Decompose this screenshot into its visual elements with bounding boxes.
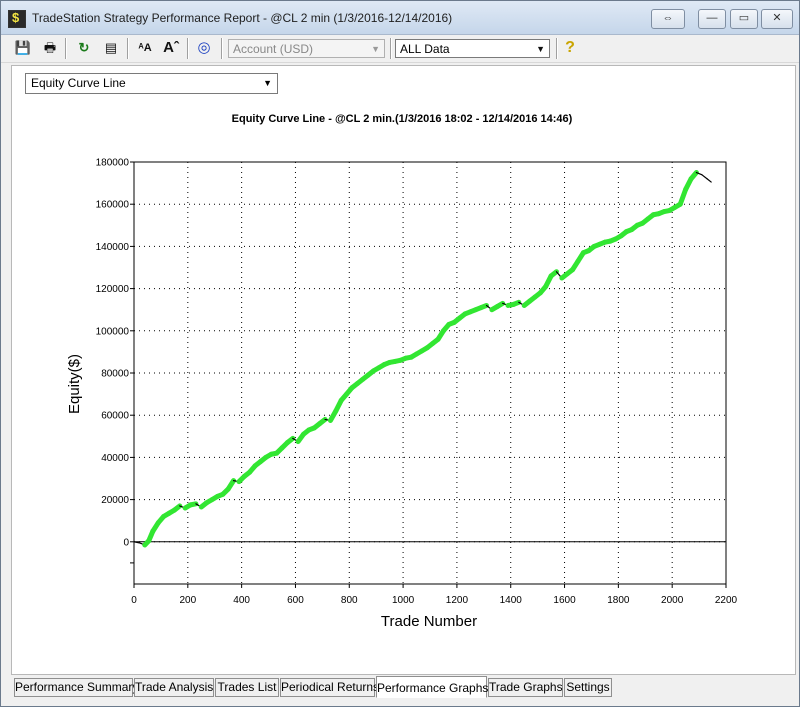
chevron-down-icon: ▼	[371, 44, 380, 54]
tab-periodical-returns[interactable]: Periodical Returns	[280, 678, 379, 697]
refresh-icon[interactable]: ↻	[74, 38, 94, 58]
graph-type-select-value: Equity Curve Line	[31, 76, 126, 90]
equity-segment-new-high	[284, 435, 296, 446]
x-tick-label: 200	[179, 595, 196, 606]
title-bar: TradeStation Strategy Performance Report…	[1, 1, 799, 35]
y-tick-label: 40000	[101, 453, 129, 464]
tab-performance-graphs[interactable]: Performance Graphs	[376, 676, 488, 698]
minimize-button[interactable]: —	[698, 9, 726, 29]
font-larger-icon[interactable]: Aˆ	[161, 38, 181, 58]
y-axis-label: Equity($)	[66, 354, 83, 414]
x-tick-label: 0	[131, 595, 137, 606]
close-button[interactable]: ✕	[761, 9, 793, 29]
toolbar-separator	[390, 38, 392, 59]
y-tick-label: 80000	[101, 369, 129, 380]
y-tick-label: 0	[123, 537, 129, 548]
equity-segment-new-high	[225, 478, 237, 492]
save-icon[interactable]: 💾	[13, 38, 33, 58]
graph-type-select[interactable]: Equity Curve Line ▼	[25, 73, 278, 94]
equity-segment-new-high	[688, 170, 699, 182]
toolbar-separator	[556, 38, 558, 59]
equity-segment-drawdown	[701, 174, 708, 180]
equity-segment-new-high	[548, 269, 559, 279]
tab-performance-summary[interactable]: Performance Summary	[14, 678, 138, 697]
help-icon[interactable]: ?	[560, 38, 580, 58]
toolbar-separator	[127, 38, 129, 59]
y-tick-label: 160000	[96, 200, 130, 211]
x-tick-label: 600	[287, 595, 304, 606]
y-tick-label: 120000	[96, 284, 130, 295]
x-tick-label: 1000	[392, 595, 415, 606]
tab-trade-graphs[interactable]: Trade Graphs	[488, 678, 563, 697]
font-smaller-icon[interactable]: ᴬA	[135, 38, 155, 58]
x-tick-label: 1400	[500, 595, 523, 606]
target-icon[interactable]: ◎	[194, 38, 214, 58]
tab-settings[interactable]: Settings	[564, 678, 612, 697]
x-tick-label: 1800	[607, 595, 630, 606]
equity-curve-chart: Equity Curve Line - @CL 2 min.(1/3/2016 …	[66, 113, 738, 630]
report-window: TradeStation Strategy Performance Report…	[0, 0, 800, 707]
y-tick-label: 100000	[96, 326, 130, 337]
tradestation-app-icon	[8, 10, 26, 28]
equity-segment-new-high	[510, 299, 522, 307]
toolbar-separator	[65, 38, 67, 59]
print-icon[interactable]: 🖶	[40, 38, 60, 58]
equity-segment-new-high	[171, 503, 183, 513]
properties-icon[interactable]: ▤	[101, 38, 121, 58]
data-range-combo[interactable]: ALL Data ▼	[395, 39, 550, 58]
equity-line	[133, 170, 712, 548]
account-combo-value: Account (USD)	[233, 42, 314, 56]
x-tick-label: 800	[341, 595, 358, 606]
tab-trades-list[interactable]: Trades List	[215, 678, 279, 697]
x-tick-label: 2200	[715, 595, 738, 606]
chevron-down-icon: ▼	[263, 78, 272, 88]
toolbar-separator	[187, 38, 189, 59]
toolbar-separator	[221, 38, 223, 59]
y-tick-label: 60000	[101, 411, 129, 422]
x-tick-label: 1600	[553, 595, 576, 606]
y-tick-label: 180000	[96, 158, 130, 169]
y-tick-label: 140000	[96, 242, 130, 253]
performance-graph-panel: Equity Curve Line - @CL 2 min.(1/3/2016 …	[11, 65, 796, 675]
x-tick-label: 2000	[661, 595, 684, 606]
toolbar: 💾 🖶 ↻ ▤ ᴬA Aˆ ◎ Account (USD) ▼ ALL Data…	[1, 35, 799, 63]
x-tick-label: 400	[233, 595, 250, 606]
data-range-combo-value: ALL Data	[400, 42, 450, 56]
report-tabs: Performance Summary Trade Analysis Trade…	[1, 674, 799, 706]
equity-segment-new-high	[478, 302, 490, 311]
x-axis-label: Trade Number	[381, 613, 477, 630]
resize-arrows-icon[interactable]: ⇔	[651, 9, 685, 29]
equity-segment-drawdown	[706, 178, 712, 183]
window-title: TradeStation Strategy Performance Report…	[32, 11, 453, 25]
chevron-down-icon: ▼	[536, 44, 545, 54]
chart-title: Equity Curve Line - @CL 2 min.(1/3/2016 …	[232, 113, 573, 125]
x-tick-label: 1200	[446, 595, 469, 606]
y-tick-label: 20000	[101, 495, 129, 506]
equity-segment-new-high	[494, 300, 506, 310]
tab-trade-analysis[interactable]: Trade Analysis	[134, 678, 214, 697]
equity-segment-new-high	[188, 501, 199, 508]
equity-segment-new-high	[317, 416, 328, 427]
account-combo[interactable]: Account (USD) ▼	[228, 39, 385, 58]
maximize-button[interactable]: ▭	[730, 9, 758, 29]
